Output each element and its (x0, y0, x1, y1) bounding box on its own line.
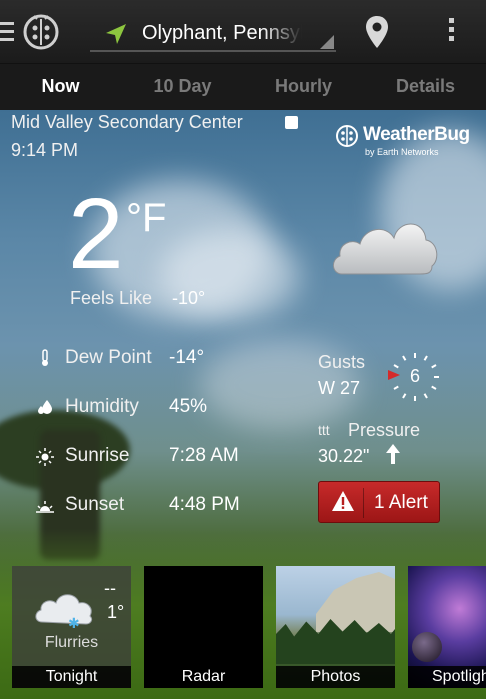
spotlight-tile[interactable]: Spotlight (408, 566, 486, 688)
spotlight-planet (412, 632, 442, 662)
sunset-value: 4:48 PM (169, 494, 240, 515)
weatherbug-app-icon[interactable] (22, 13, 60, 51)
wind-speed-value: 6 (409, 366, 420, 386)
pressure-rising-arrow-icon (386, 444, 400, 464)
dew-point-value: -14° (169, 347, 205, 368)
weatherbug-logo-icon (336, 125, 358, 147)
station-name[interactable]: Mid Valley Secondary Center (11, 112, 243, 133)
action-bar: Olyphant, Pennsylvania (0, 0, 486, 64)
humidity-drops-icon (38, 400, 52, 414)
spotlight-tile-label: Spotlight (408, 666, 486, 688)
map-pin-icon[interactable] (364, 14, 390, 50)
tab-bar: Now 10 Day Hourly Details (0, 64, 486, 110)
gusts-value: W 27 (318, 378, 361, 398)
location-name: Olyphant, Pennsylvania (142, 22, 302, 44)
tonight-tile-label: Tonight (12, 666, 131, 688)
tonight-low-temp: 1° (107, 602, 125, 622)
temperature-unit[interactable]: °F (126, 196, 166, 241)
alert-divider (363, 488, 364, 518)
sunset-label: Sunset (65, 494, 125, 515)
sunrise-value: 7:28 AM (169, 445, 239, 466)
brand-name: WeatherBug (363, 124, 470, 145)
observation-time: 9:14 PM (11, 140, 79, 160)
tab-hourly[interactable]: Hourly (243, 64, 364, 110)
sunrise-label: Sunrise (65, 445, 130, 466)
pressure-icon: ttt (318, 422, 330, 438)
weatherbug-logo: WeatherBug by Earth Networks (335, 122, 477, 162)
sunrise-icon (36, 448, 54, 466)
cloudy-icon (333, 223, 438, 275)
flurries-icon: ✱ (35, 594, 93, 630)
overflow-menu-icon[interactable] (444, 18, 458, 46)
tab-now[interactable]: Now (0, 64, 121, 110)
svg-text:✱: ✱ (68, 616, 80, 630)
tab-10-day[interactable]: 10 Day (122, 64, 243, 110)
alert-button[interactable]: 1 Alert (318, 481, 440, 523)
thermometer-icon (42, 349, 48, 366)
radar-tile-label: Radar (144, 666, 263, 688)
sunset-icon (36, 501, 54, 513)
dew-point-label: Dew Point (65, 347, 152, 368)
humidity-label: Humidity (65, 396, 139, 417)
pressure-label: Pressure (348, 420, 421, 440)
station-feed-icon[interactable] (285, 116, 298, 129)
photos-tile[interactable]: Photos (276, 566, 395, 688)
tonight-condition: Flurries (44, 634, 99, 651)
feels-like-label: Feels Like (70, 288, 153, 308)
dropdown-corner-icon (320, 35, 334, 49)
pressure-value: 30.22" (318, 446, 370, 466)
location-arrow-icon (106, 24, 126, 44)
current-temperature: 2 (68, 178, 124, 290)
humidity-value: 45% (169, 396, 208, 417)
gusts-label: Gusts (318, 352, 366, 372)
tonight-tile[interactable]: ✱ -- 1° Flurries Tonight (12, 566, 131, 688)
photos-tile-label: Photos (276, 666, 395, 688)
warning-triangle-icon (332, 491, 354, 511)
location-selector[interactable]: Olyphant, Pennsylvania (90, 16, 336, 52)
radar-tile[interactable]: Radar (144, 566, 263, 688)
brand-subtitle: by Earth Networks (365, 147, 439, 157)
feels-like-value: -10° (172, 288, 206, 308)
alert-count-label: 1 Alert (374, 492, 428, 513)
tonight-high-temp: -- (104, 578, 116, 598)
tab-details[interactable]: Details (365, 64, 486, 110)
menu-icon[interactable] (0, 22, 16, 42)
